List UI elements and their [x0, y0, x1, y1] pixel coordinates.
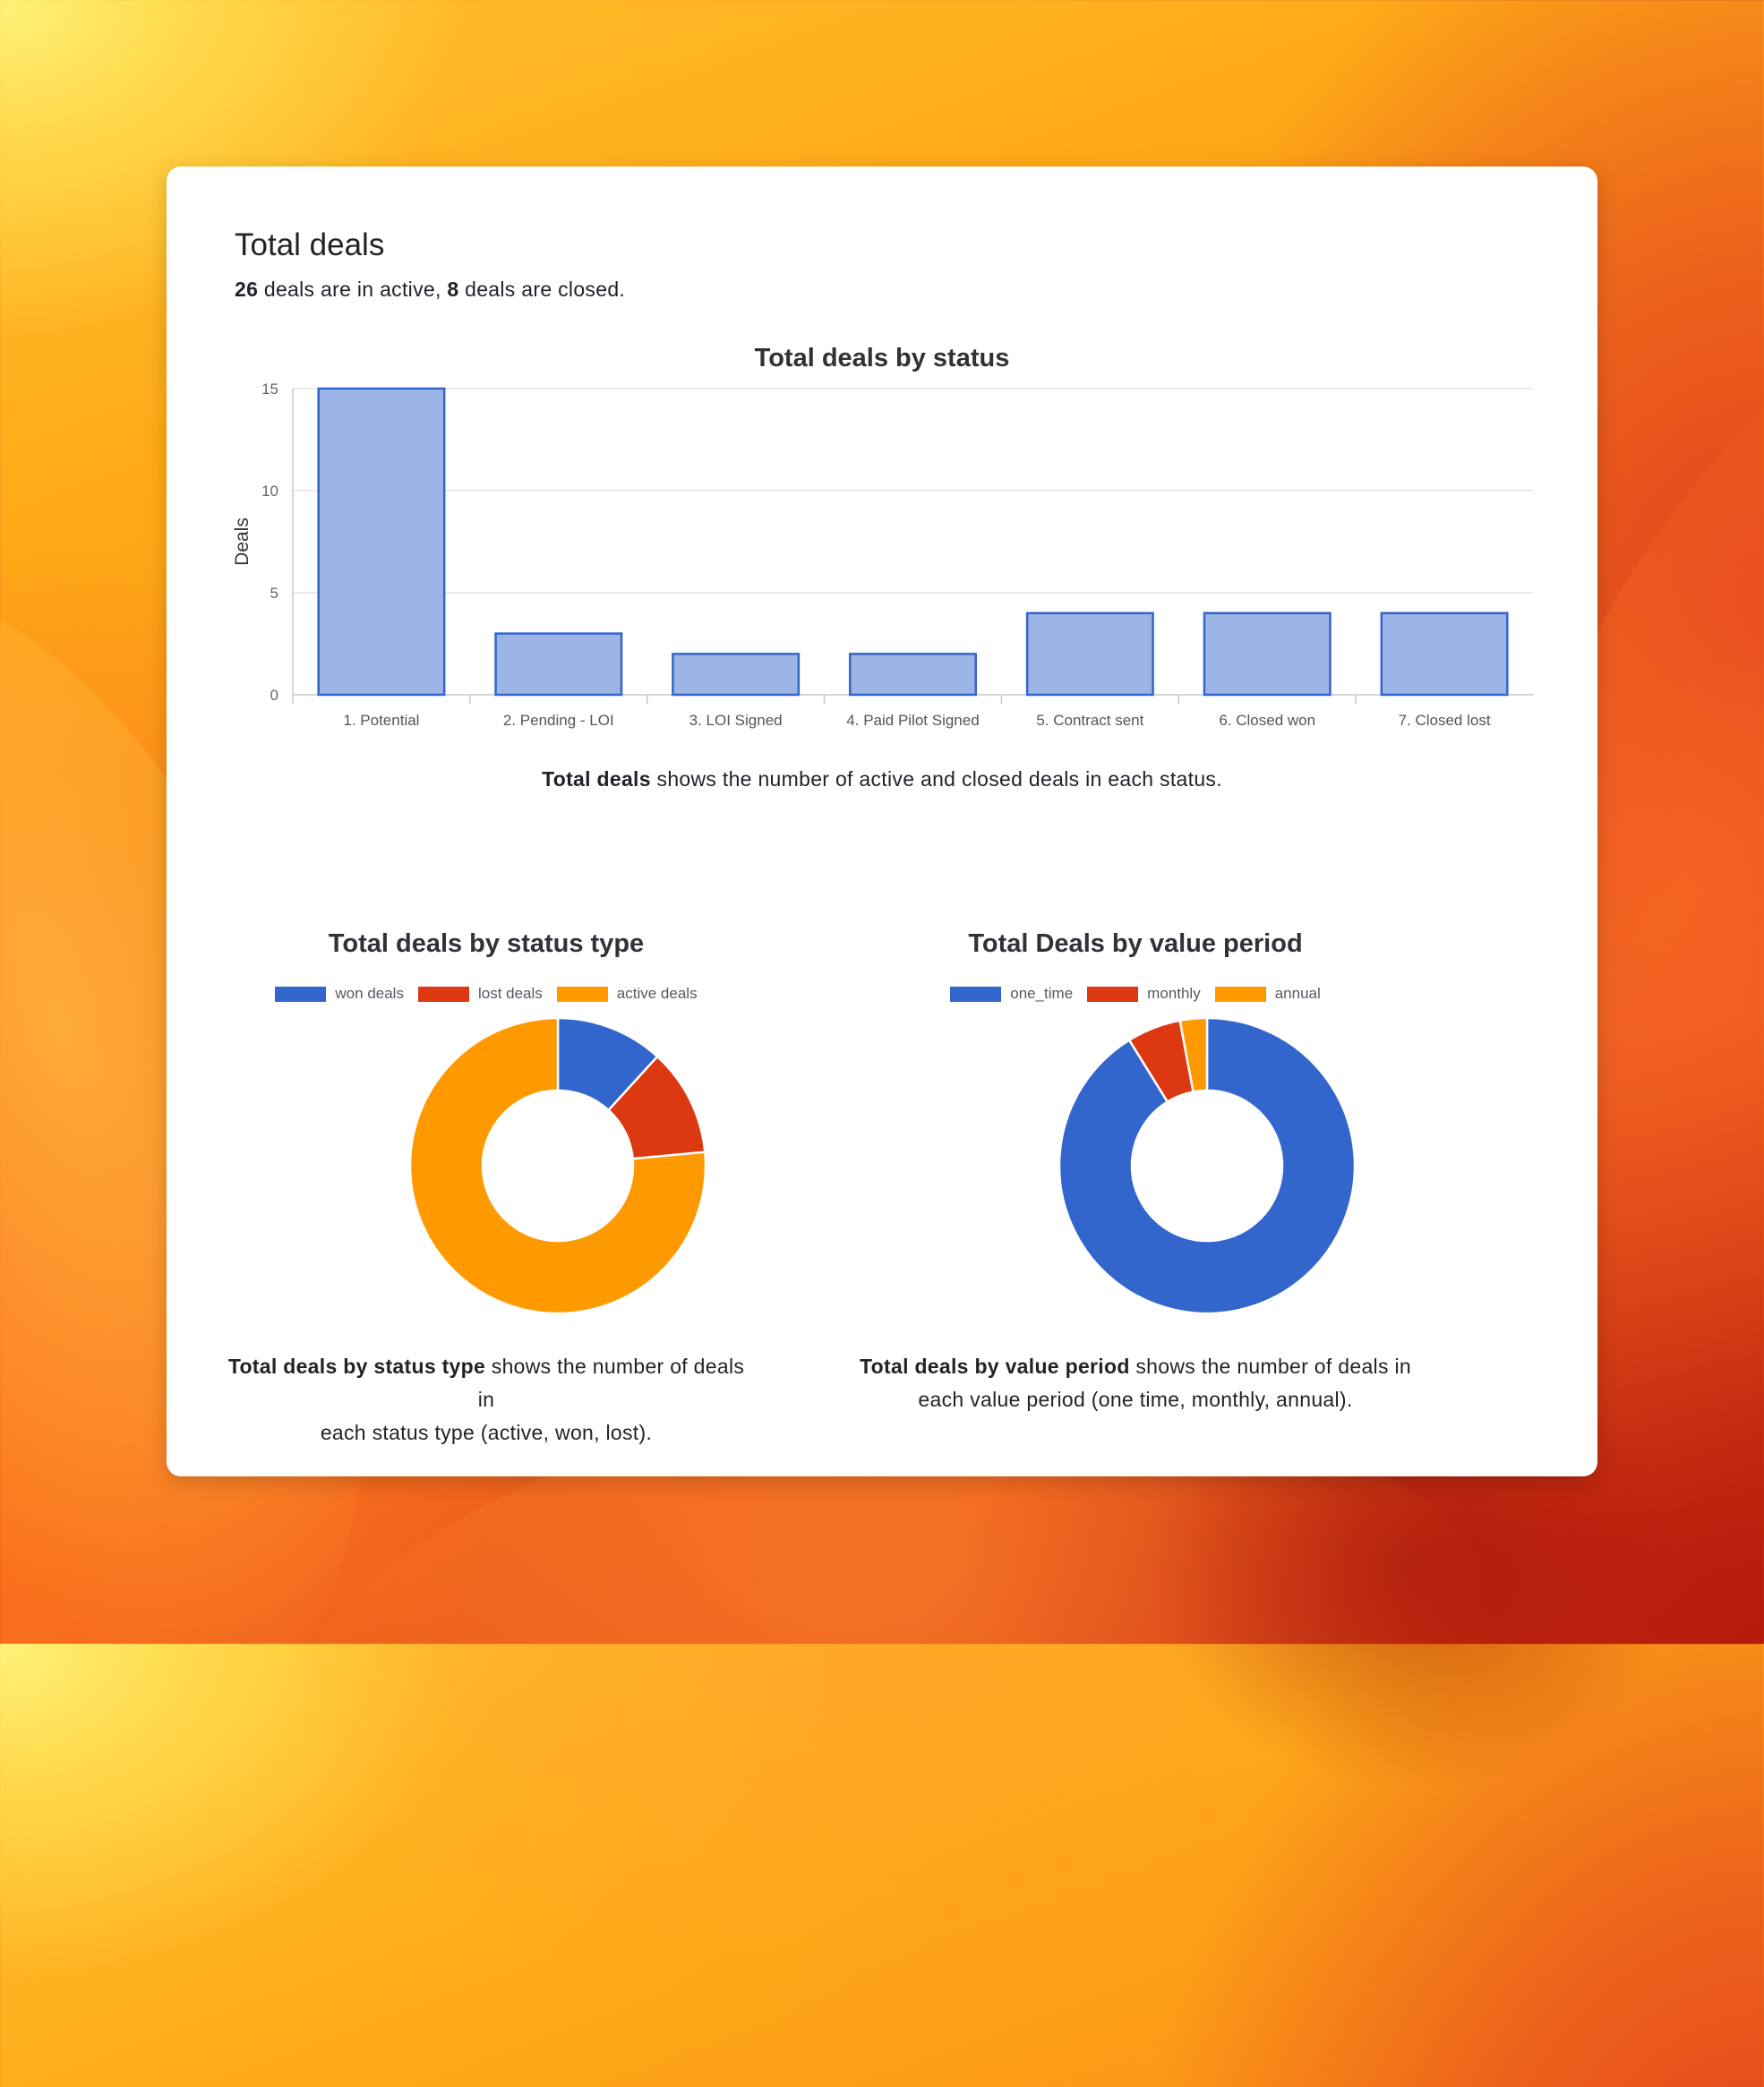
caption-text: shows the number of active and closed de… — [650, 767, 1222, 791]
legend-swatch — [1087, 986, 1139, 1002]
legend-swatch — [1214, 986, 1266, 1002]
closed-text: deals are closed. — [458, 278, 626, 301]
legend-item[interactable]: won deals — [275, 985, 404, 1003]
value-period-legend: one_time monthly annual — [921, 983, 1350, 1005]
caption-text: shows the number of deals in — [1129, 1355, 1411, 1378]
legend-swatch — [950, 986, 1002, 1002]
caption-bold: Total deals by status type — [227, 1355, 486, 1378]
x-tick-label: 5. Contract sent — [1036, 712, 1143, 729]
status-type-chart-title: Total deals by status type — [328, 929, 645, 958]
value-period-donut — [1058, 1016, 1357, 1315]
bar-chart-caption: Total deals shows the number of active a… — [167, 763, 1597, 796]
bar — [672, 653, 801, 697]
y-tick-label: 15 — [261, 381, 278, 398]
page-title: Total deals — [235, 227, 385, 262]
deals-report-card: Total deals 26 deals are in active, 8 de… — [167, 167, 1597, 1476]
legend-label: one_time — [1010, 985, 1074, 1002]
legend-label: lost deals — [477, 985, 543, 1002]
bar — [1025, 612, 1154, 697]
legend-label: annual — [1274, 985, 1321, 1002]
caption-bold: Total deals by value period — [860, 1355, 1130, 1378]
legend-swatch — [275, 986, 327, 1002]
legend-swatch — [556, 986, 608, 1002]
x-tick-label: 2. Pending - LOI — [503, 712, 614, 729]
status-type-legend: won deals lost deals active deals — [271, 983, 701, 1005]
x-tick-label: 3. LOI Signed — [689, 712, 783, 729]
bar — [1380, 612, 1509, 697]
x-tick-label: 7. Closed lost — [1399, 712, 1491, 729]
bar — [1203, 612, 1332, 697]
legend-item[interactable]: active deals — [556, 985, 698, 1003]
deals-summary: 26 deals are in active, 8 deals are clos… — [235, 278, 625, 302]
caption-text: shows the number of deals in — [477, 1355, 745, 1411]
caption-bold: Total deals — [542, 767, 651, 791]
x-tick-label: 4. Paid Pilot Signed — [846, 712, 979, 729]
bar — [494, 632, 623, 697]
bar — [317, 387, 446, 697]
legend-item[interactable]: one_time — [950, 985, 1073, 1003]
legend-swatch — [417, 986, 469, 1002]
active-text: deals are in active, — [258, 278, 448, 301]
active-count: 26 — [235, 278, 259, 301]
caption-text: each status type (active, won, lost). — [320, 1421, 653, 1444]
x-tick-label: 6. Closed won — [1219, 712, 1315, 729]
y-tick-label: 5 — [270, 585, 278, 602]
x-tick-label: 1. Potential — [343, 712, 419, 729]
bar — [849, 653, 977, 697]
y-tick-label: 0 — [270, 687, 278, 704]
legend-item[interactable]: monthly — [1087, 985, 1201, 1003]
caption-text: each value period (one time, monthly, an… — [918, 1388, 1353, 1411]
legend-label: active deals — [616, 985, 698, 1002]
legend-item[interactable]: lost deals — [417, 985, 543, 1003]
y-axis-label: Deals — [232, 517, 253, 566]
status-type-donut — [408, 1016, 707, 1315]
legend-label: won deals — [335, 985, 404, 1002]
status-type-caption: Total deals by status type shows the num… — [218, 1350, 755, 1450]
legend-item[interactable]: annual — [1214, 985, 1321, 1003]
value-period-caption: Total deals by value period shows the nu… — [849, 1350, 1422, 1416]
y-tick-label: 10 — [261, 483, 278, 500]
value-period-chart-title: Total Deals by value period — [968, 929, 1303, 958]
closed-count: 8 — [447, 278, 459, 301]
bar-chart: 0 5 10 15 Deals 1. Potential 2. Pending - LOI 3… — [232, 381, 1533, 729]
legend-label: monthly — [1147, 985, 1201, 1002]
